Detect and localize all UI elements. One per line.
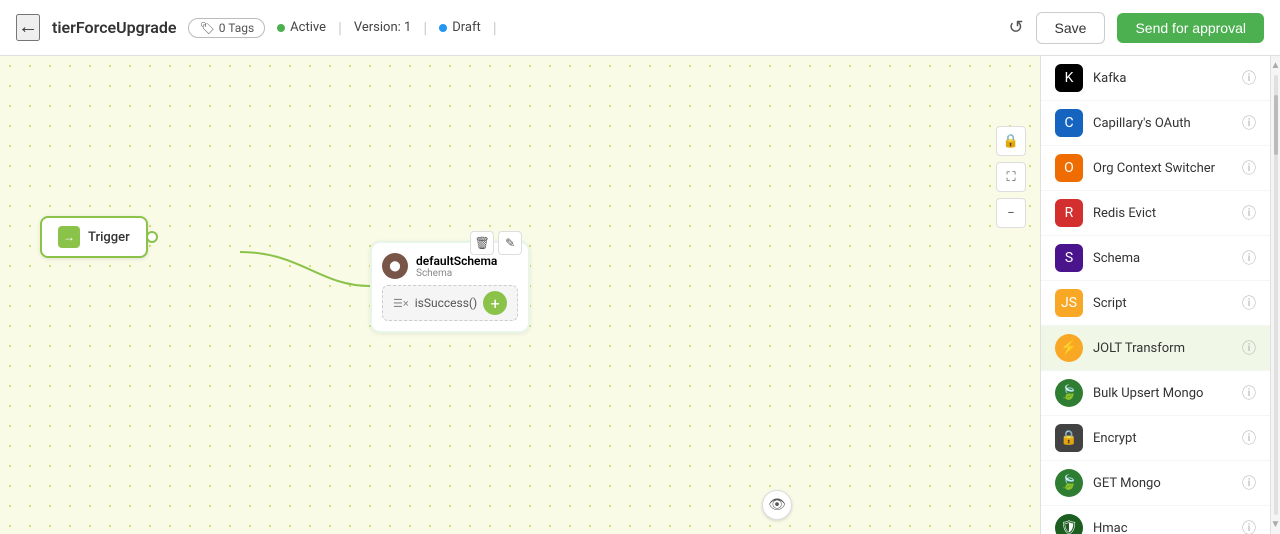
sidebar-panel: K Kafka ⓘ C Capillary's OAuth ⓘ O Org Context S… xyxy=(1040,56,1270,534)
active-dot xyxy=(277,24,285,32)
kafka-label: Kafka xyxy=(1093,71,1232,86)
active-label: Active xyxy=(290,20,326,35)
encrypt-icon: 🔒 xyxy=(1055,424,1083,452)
bulk-upsert-mongo-label: Bulk Upsert Mongo xyxy=(1093,386,1232,401)
delete-button[interactable]: 🗑 xyxy=(470,231,494,255)
sidebar-item-get-mongo[interactable]: 🍃 GET Mongo ⓘ xyxy=(1041,461,1270,506)
draft-label: Draft xyxy=(452,20,481,35)
schema-node-icon: ⬤ xyxy=(382,253,408,279)
script-label: Script xyxy=(1093,296,1232,311)
tag-icon: 🏷 xyxy=(199,21,214,35)
bulk-upsert-mongo-info-icon[interactable]: ⓘ xyxy=(1242,383,1256,403)
sidebar-item-schema[interactable]: S Schema ⓘ xyxy=(1041,236,1270,281)
expand-button[interactable]: ⛶ xyxy=(996,162,1026,192)
trigger-label: Trigger xyxy=(88,230,130,245)
eye-button[interactable]: 👁 xyxy=(762,490,792,520)
schema-sub: Schema xyxy=(416,268,497,279)
jolt-transform-icon: ⚡ xyxy=(1055,334,1083,362)
redis-evict-icon: R xyxy=(1055,199,1083,227)
success-node[interactable]: ☰× isSuccess() + xyxy=(382,285,518,321)
org-context-switcher-label: Org Context Switcher xyxy=(1093,161,1232,176)
lock-button[interactable]: 🔒 xyxy=(996,126,1026,156)
kafka-info-icon[interactable]: ⓘ xyxy=(1242,68,1256,88)
encrypt-info-icon[interactable]: ⓘ xyxy=(1242,428,1256,448)
separator3: | xyxy=(493,18,497,37)
schema-icon: S xyxy=(1055,244,1083,272)
scroll-down-arrow[interactable]: ▼ xyxy=(1271,519,1280,530)
capillary-oauth-label: Capillary's OAuth xyxy=(1093,116,1232,131)
hmac-info-icon[interactable]: ⓘ xyxy=(1242,518,1256,534)
page-title: tierForceUpgrade xyxy=(52,18,176,37)
sidebar-item-redis-evict[interactable]: R Redis Evict ⓘ xyxy=(1041,191,1270,236)
main-area: → Trigger 🗑 ✎ ⬤ defaultSchema Schema ☰× … xyxy=(0,56,1280,534)
save-button[interactable]: Save xyxy=(1036,12,1106,44)
schema-node[interactable]: ⬤ defaultSchema Schema xyxy=(382,253,518,279)
minus-button[interactable]: − xyxy=(996,198,1026,228)
script-info-icon[interactable]: ⓘ xyxy=(1242,293,1256,313)
sidebar-item-capillary-oauth[interactable]: C Capillary's OAuth ⓘ xyxy=(1041,101,1270,146)
redis-evict-info-icon[interactable]: ⓘ xyxy=(1242,203,1256,223)
flow-canvas[interactable]: → Trigger 🗑 ✎ ⬤ defaultSchema Schema ☰× … xyxy=(0,56,1040,534)
sidebar-item-kafka[interactable]: K Kafka ⓘ xyxy=(1041,56,1270,101)
history-button[interactable]: ↺ xyxy=(1008,17,1023,38)
redis-evict-label: Redis Evict xyxy=(1093,206,1232,221)
sidebar-item-script[interactable]: JS Script ⓘ xyxy=(1041,281,1270,326)
scroll-thumb xyxy=(1274,95,1278,155)
hmac-label: Hmac xyxy=(1093,521,1232,534)
script-icon: JS xyxy=(1055,289,1083,317)
edit-button[interactable]: ✎ xyxy=(498,231,522,255)
sidebar-item-encrypt[interactable]: 🔒 Encrypt ⓘ xyxy=(1041,416,1270,461)
trigger-node[interactable]: → Trigger xyxy=(40,216,148,258)
tags-label: 0 Tags xyxy=(219,21,254,35)
bulk-upsert-mongo-icon: 🍃 xyxy=(1055,379,1083,407)
sidebar-list: K Kafka ⓘ C Capillary's OAuth ⓘ O Org Context S… xyxy=(1041,56,1270,534)
draft-status: Draft xyxy=(439,20,481,35)
success-label: isSuccess() xyxy=(415,296,477,310)
schema-label: Schema xyxy=(1093,251,1232,266)
kafka-icon: K xyxy=(1055,64,1083,92)
success-icon: ☰× xyxy=(393,297,409,310)
get-mongo-info-icon[interactable]: ⓘ xyxy=(1242,473,1256,493)
schema-name: defaultSchema xyxy=(416,254,497,268)
jolt-transform-info-icon[interactable]: ⓘ xyxy=(1242,338,1256,358)
send-for-approval-button[interactable]: Send for approval xyxy=(1117,13,1264,43)
hmac-icon: 🛡 xyxy=(1055,514,1083,534)
org-context-switcher-info-icon[interactable]: ⓘ xyxy=(1242,158,1256,178)
scroll-up-arrow[interactable]: ▲ xyxy=(1271,60,1280,71)
active-status: Active xyxy=(277,20,326,35)
trigger-icon: → xyxy=(58,226,80,248)
canvas-controls: 🔒 ⛶ − xyxy=(996,126,1026,228)
sidebar-item-org-context-switcher[interactable]: O Org Context Switcher ⓘ xyxy=(1041,146,1270,191)
schema-info-icon[interactable]: ⓘ xyxy=(1242,248,1256,268)
capillary-oauth-icon: C xyxy=(1055,109,1083,137)
version-status: Version: 1 xyxy=(354,20,411,35)
capillary-oauth-info-icon[interactable]: ⓘ xyxy=(1242,113,1256,133)
org-context-switcher-icon: O xyxy=(1055,154,1083,182)
version-label: Version: 1 xyxy=(354,20,411,35)
sidebar-item-jolt-transform[interactable]: ⚡ JOLT Transform ⓘ xyxy=(1041,326,1270,371)
sidebar-item-bulk-upsert-mongo[interactable]: 🍃 Bulk Upsert Mongo ⓘ xyxy=(1041,371,1270,416)
get-mongo-label: GET Mongo xyxy=(1093,476,1232,491)
separator2: | xyxy=(423,18,427,37)
right-scrollbar[interactable]: ▲ ▼ xyxy=(1270,56,1280,534)
get-mongo-icon: 🍃 xyxy=(1055,469,1083,497)
schema-toolbar: 🗑 ✎ xyxy=(470,231,522,255)
tags-button[interactable]: 🏷 0 Tags xyxy=(188,18,265,38)
schema-group[interactable]: 🗑 ✎ ⬤ defaultSchema Schema ☰× isSuccess(… xyxy=(370,241,530,333)
separator: | xyxy=(338,18,342,37)
draft-dot xyxy=(439,24,447,32)
trigger-connector xyxy=(146,231,158,243)
sidebar-item-hmac[interactable]: 🛡 Hmac ⓘ xyxy=(1041,506,1270,534)
add-node-button[interactable]: + xyxy=(483,291,507,315)
header: ← tierForceUpgrade 🏷 0 Tags Active | Ver… xyxy=(0,0,1280,56)
back-button[interactable]: ← xyxy=(16,14,40,41)
scroll-track xyxy=(1274,75,1278,515)
jolt-transform-label: JOLT Transform xyxy=(1093,341,1232,356)
encrypt-label: Encrypt xyxy=(1093,431,1232,446)
